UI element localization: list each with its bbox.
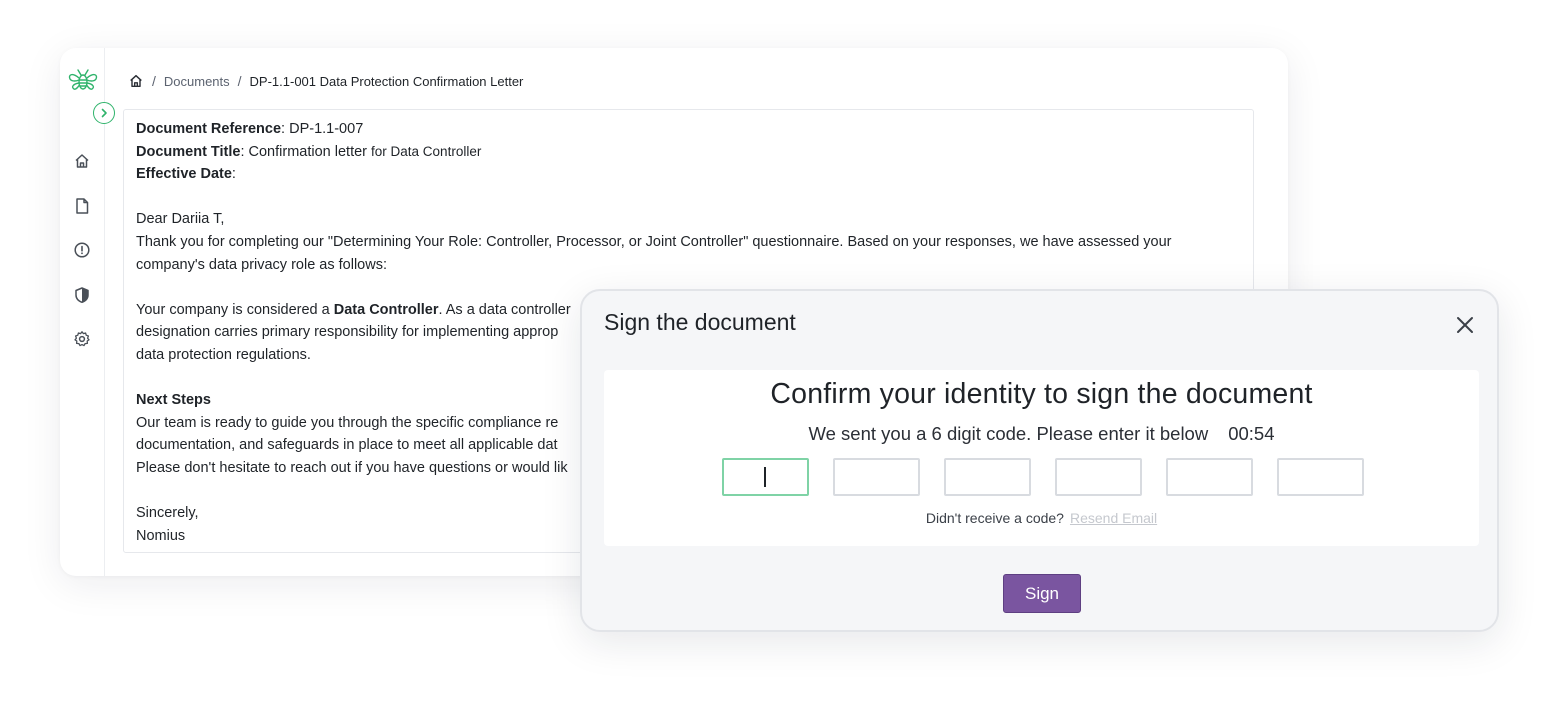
value: : DP-1.1-007 [281,121,364,137]
label: Document Title [136,143,241,160]
role-name: Data Controller [333,301,439,318]
intro-paragraph: Thank you for completing our "Determinin… [136,233,1172,273]
document-icon[interactable] [73,197,91,215]
code-digit-5[interactable] [1166,458,1253,496]
text: Your company is considered a [136,301,334,318]
effective-date: Effective Date: [136,163,1241,186]
breadcrumb-documents-link[interactable]: Documents [164,74,230,89]
resend-email-link[interactable]: Resend Email [1070,510,1157,526]
label: Effective Date [136,166,232,183]
sidebar [60,48,115,576]
countdown-timer: 00:54 [1228,423,1275,444]
resend-prompt: Didn't receive a code? [925,510,1064,526]
code-input-row [722,458,1364,496]
sign-document-modal: Sign the document Confirm your identity … [580,289,1499,632]
code-box-wrapper [722,458,809,496]
code-digit-4[interactable] [1055,458,1142,496]
resend-row: Didn't receive a code? Resend Email [604,510,1479,526]
close-icon[interactable] [1455,315,1475,335]
sign-button[interactable]: Sign [1003,574,1081,613]
text-cursor [764,467,766,487]
document-reference: Document Reference: DP-1.1-007 [136,118,1241,141]
home-icon[interactable] [73,152,91,170]
breadcrumb-separator: / [152,73,156,89]
heading: Next Steps [136,392,211,409]
text: . As a data controller [438,301,571,318]
greeting: Dear Dariia T, [136,211,225,228]
value: for Data Controller [371,143,482,159]
value: : Confirmation letter [240,143,372,160]
shield-icon[interactable] [73,286,91,304]
alert-circle-icon[interactable] [73,241,91,259]
document-title: Document Title: Confirmation letter for … [136,141,1241,164]
home-icon[interactable] [128,73,144,89]
value: : [231,166,236,183]
sidebar-toggle-button[interactable] [93,102,115,124]
subtitle-text: We sent you a 6 digit code. Please enter… [808,423,1209,444]
breadcrumb: / Documents / DP-1.1-001 Data Protection… [128,72,523,90]
code-digit-2[interactable] [833,458,920,496]
code-digit-3[interactable] [944,458,1031,496]
chevron-right-icon [101,108,107,118]
gear-icon[interactable] [73,330,91,348]
breadcrumb-current: DP-1.1-001 Data Protection Confirmation … [249,73,524,89]
modal-title: Sign the document [604,309,796,335]
label: Document Reference [136,121,282,137]
verification-panel: Confirm your identity to sign the docume… [604,370,1479,546]
verification-heading: Confirm your identity to sign the docume… [770,378,1313,410]
verification-subtitle: We sent you a 6 digit code. Please enter… [604,423,1479,445]
code-digit-6[interactable] [1277,458,1364,496]
bee-logo [68,69,98,90]
breadcrumb-separator: / [237,73,242,89]
